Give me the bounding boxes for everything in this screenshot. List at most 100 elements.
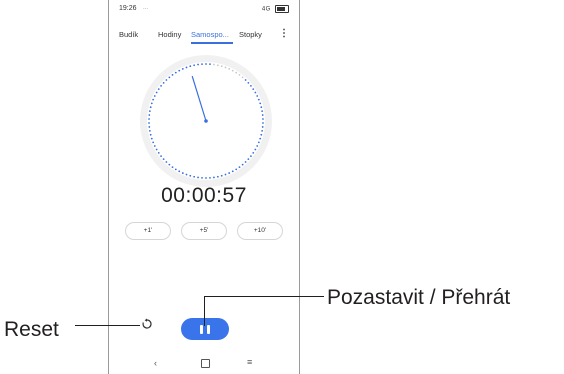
status-bar: 19:26 ... 4G [109, 4, 299, 16]
more-menu-icon[interactable]: ⋮ [279, 29, 289, 39]
dial-tick [155, 148, 158, 151]
dial-tick [259, 102, 262, 105]
dial-center [204, 119, 208, 123]
menu-icon[interactable]: ≡ [247, 357, 252, 367]
add-5-minutes-button[interactable]: +5' [181, 222, 227, 240]
dial-tick [238, 166, 241, 169]
dial-tick [261, 110, 264, 112]
dial-tick [148, 118, 150, 120]
dial-tick [178, 69, 181, 72]
dial-tick [262, 122, 264, 124]
back-icon[interactable]: ‹ [154, 358, 157, 368]
dial-tick [224, 66, 227, 69]
dial-tick [216, 175, 219, 178]
dial-tick [201, 63, 203, 66]
dial-tick [256, 145, 259, 147]
timer-dial [140, 55, 272, 187]
status-dots: ... [143, 5, 149, 11]
dial-tick [185, 173, 188, 176]
pause-play-button[interactable] [181, 318, 229, 340]
dial-tick [235, 71, 238, 74]
dial-tick [153, 95, 156, 97]
dial-tick [259, 137, 262, 140]
pause-icon-bar [207, 325, 210, 334]
dial-tick [174, 71, 177, 74]
dial-tick [155, 91, 158, 94]
reset-callout-line [75, 325, 140, 326]
dial-tick [178, 170, 181, 173]
dial-tick [174, 168, 177, 171]
dial-tick [238, 73, 241, 76]
tab-hodiny[interactable]: Hodiny [158, 30, 181, 39]
dial-tick [241, 163, 244, 166]
dial-tick [261, 130, 264, 132]
dial-tick [261, 114, 264, 116]
dial-tick [157, 88, 160, 91]
dial-tick [252, 151, 255, 154]
dial-tick [231, 170, 234, 173]
dial-tick [162, 81, 165, 84]
dial-tick [247, 81, 250, 84]
dial-tick [228, 68, 231, 70]
dial-tick [213, 63, 215, 66]
dial-tick [148, 122, 150, 124]
dial-tick [213, 176, 215, 179]
dial-tick [256, 95, 259, 97]
dial-tick [189, 65, 192, 68]
active-tab-indicator [191, 42, 233, 44]
dial-tick [148, 130, 151, 132]
dial-tick [201, 176, 203, 179]
tab-bar: Budík Hodiny Samospo... Stopky ⋮ [109, 29, 299, 44]
dial-tick [244, 161, 247, 163]
tab-stopky[interactable]: Stopky [239, 30, 262, 39]
dial-tick [235, 168, 238, 171]
dial-tick [205, 177, 207, 179]
dial-tick [197, 176, 199, 179]
dial-tick [254, 148, 257, 151]
dial-tick [160, 85, 162, 87]
reset-callout-label: Reset [4, 318, 59, 341]
dial-tick [193, 64, 196, 67]
add-10-minutes-button[interactable]: +10' [237, 222, 283, 240]
dial-tick [193, 175, 196, 178]
dial-tick [148, 110, 151, 112]
dial-tick [153, 145, 156, 147]
dial-tick [150, 102, 153, 105]
dial-tick [148, 114, 151, 116]
pause-callout-line-horizontal [204, 296, 324, 297]
dial-tick [247, 158, 250, 161]
pause-callout-line-vertical [204, 296, 205, 326]
dial-tick [165, 79, 168, 81]
dial-tick [148, 126, 151, 128]
dial-tick [261, 126, 264, 128]
tab-budik[interactable]: Budík [119, 30, 138, 39]
dial-tick [171, 166, 174, 169]
dial-tick [252, 88, 255, 91]
dial-tick [168, 76, 171, 79]
dial-tick [260, 133, 263, 136]
dial-tick [149, 133, 152, 136]
dial-tick [181, 68, 184, 70]
dial-tick [231, 69, 234, 72]
dial-tick [171, 73, 174, 76]
pause-callout-label: Pozastavit / Přehrát [327, 286, 511, 309]
add-1-minute-button[interactable]: +1' [125, 222, 171, 240]
dial-tick [254, 91, 257, 94]
tab-samospoust[interactable]: Samospo... [191, 30, 229, 39]
dial-tick [216, 64, 219, 67]
dial-tick [205, 63, 207, 65]
dial-tick [149, 106, 152, 109]
timer-display: 00:00:57 [161, 184, 247, 207]
dial-tick [165, 161, 168, 163]
battery-icon [275, 5, 289, 13]
dial-tick [181, 172, 184, 174]
reset-icon[interactable] [141, 318, 153, 330]
dial-tick [250, 85, 252, 87]
dial-tick [241, 76, 244, 79]
home-icon[interactable] [201, 359, 210, 368]
navigation-bar: ‹ ≡ [109, 357, 299, 370]
dial-tick [152, 98, 155, 101]
dial-tick [157, 151, 160, 154]
dial-tick [168, 163, 171, 166]
dial-tick [260, 106, 263, 109]
